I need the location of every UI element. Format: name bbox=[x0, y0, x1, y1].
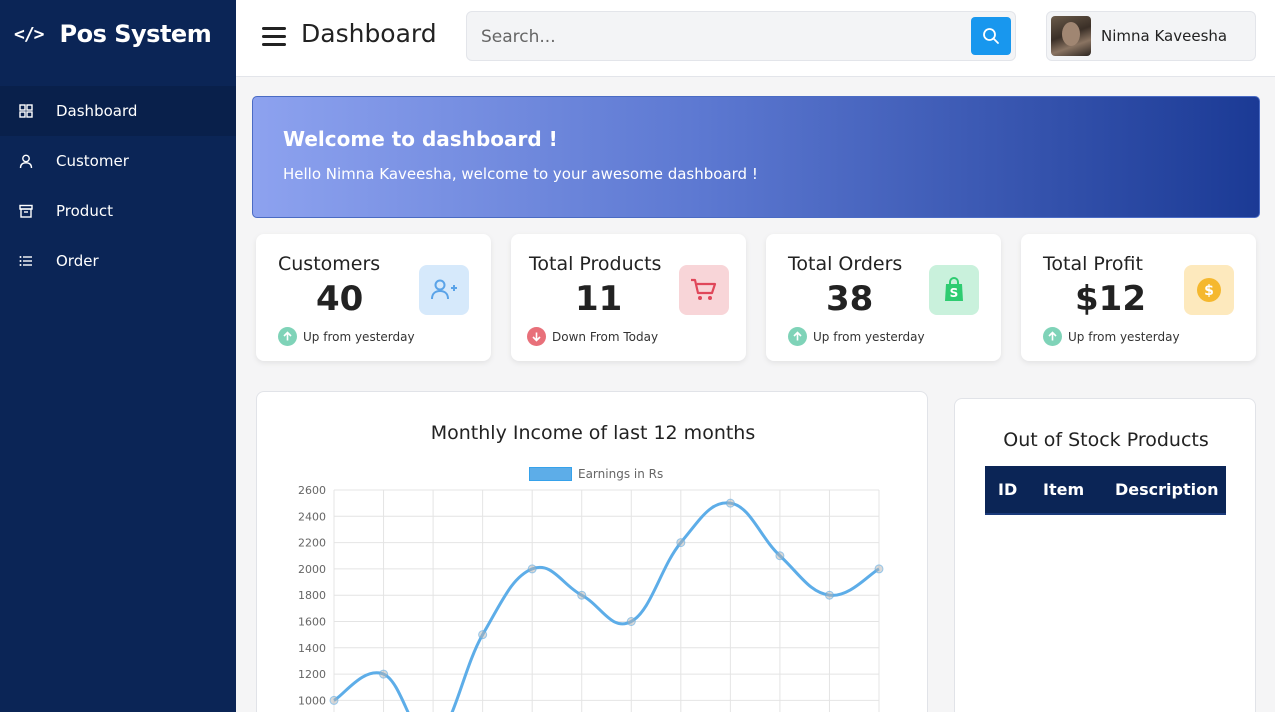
banner-subtitle: Hello Nimna Kaveesha, welcome to your aw… bbox=[283, 165, 758, 183]
search-input[interactable] bbox=[481, 24, 951, 50]
data-point[interactable] bbox=[329, 695, 339, 705]
list-icon bbox=[18, 253, 34, 269]
legend-swatch bbox=[529, 467, 572, 481]
stat-value: $12 bbox=[1075, 279, 1146, 319]
dollar-icon: $ bbox=[1184, 265, 1234, 315]
y-tick-label: 2200 bbox=[298, 537, 326, 550]
data-point[interactable] bbox=[676, 538, 686, 548]
column-header-item: Item bbox=[1043, 480, 1085, 499]
y-tick-label: 1600 bbox=[298, 616, 326, 629]
user-name: Nimna Kaveesha bbox=[1101, 27, 1228, 45]
stat-value: 38 bbox=[826, 279, 874, 319]
cart-icon bbox=[679, 265, 729, 315]
archive-icon bbox=[18, 203, 34, 219]
chart-title: Monthly Income of last 12 months bbox=[430, 422, 756, 444]
welcome-banner: Welcome to dashboard ! Hello Nimna Kavee… bbox=[252, 96, 1260, 218]
y-tick-label: 2000 bbox=[298, 563, 326, 576]
sidebar-item-customer[interactable]: Customer bbox=[0, 136, 236, 186]
menu-toggle-icon[interactable] bbox=[262, 27, 286, 47]
trend-text: Up from yesterday bbox=[1068, 329, 1180, 344]
svg-text:S: S bbox=[950, 286, 959, 300]
series-line bbox=[333, 501, 880, 712]
stat-trend: Up from yesterday bbox=[788, 327, 925, 346]
stat-title: Total Profit bbox=[1043, 253, 1143, 275]
page-title: Dashboard bbox=[301, 19, 437, 48]
code-icon: </> bbox=[14, 23, 44, 45]
stock-table-header: ID Item Description bbox=[985, 466, 1226, 515]
legend-label: Earnings in Rs bbox=[578, 467, 664, 481]
y-tick-label: 1400 bbox=[298, 642, 326, 655]
arrow-up-icon bbox=[1043, 327, 1062, 346]
y-tick-label: 1000 bbox=[298, 694, 326, 707]
sidebar-item-order[interactable]: Order bbox=[0, 236, 236, 286]
data-point[interactable] bbox=[527, 564, 537, 574]
income-chart-panel: Monthly Income of last 12 months Earning… bbox=[256, 391, 928, 712]
data-point[interactable] bbox=[725, 498, 735, 508]
stat-trend: Up from yesterday bbox=[1043, 327, 1180, 346]
shopping-bag-icon: S bbox=[929, 265, 979, 315]
trend-text: Up from yesterday bbox=[303, 329, 415, 344]
stat-card-customers: Customers 40 Up from yesterday bbox=[256, 234, 491, 361]
top-header: Dashboard Nimna Kaveesha bbox=[236, 0, 1275, 77]
y-tick-label: 1800 bbox=[298, 589, 326, 602]
user-profile[interactable]: Nimna Kaveesha bbox=[1046, 11, 1256, 61]
search-icon bbox=[983, 28, 999, 44]
trend-text: Down From Today bbox=[552, 329, 659, 344]
grid-icon bbox=[18, 103, 34, 119]
user-icon bbox=[18, 153, 34, 169]
banner-title: Welcome to dashboard ! bbox=[283, 127, 558, 151]
data-point[interactable] bbox=[478, 630, 488, 640]
sidebar: </> Pos System Dashboard Customer Produc… bbox=[0, 0, 236, 712]
line-chart: 2600 2400 2200 2000 1800 1600 1400 1200 1000 bbox=[298, 484, 884, 712]
stat-title: Total Products bbox=[529, 253, 662, 275]
brand[interactable]: </> Pos System bbox=[14, 20, 212, 48]
y-tick-label: 2400 bbox=[298, 510, 326, 523]
stat-card-profit: Total Profit $12 $ Up from yesterday bbox=[1021, 234, 1256, 361]
stat-value: 11 bbox=[575, 279, 623, 319]
sidebar-item-label: Order bbox=[56, 252, 99, 270]
data-point[interactable] bbox=[775, 551, 785, 561]
user-plus-icon bbox=[419, 265, 469, 315]
stock-title: Out of Stock Products bbox=[1003, 429, 1209, 451]
sidebar-item-label: Dashboard bbox=[56, 102, 138, 120]
svg-text:$: $ bbox=[1204, 283, 1214, 299]
sidebar-nav: Dashboard Customer Product Order bbox=[0, 86, 236, 286]
arrow-up-icon bbox=[278, 327, 297, 346]
stat-title: Total Orders bbox=[788, 253, 903, 275]
sidebar-item-dashboard[interactable]: Dashboard bbox=[0, 86, 236, 136]
data-point[interactable] bbox=[824, 590, 834, 600]
sidebar-item-product[interactable]: Product bbox=[0, 186, 236, 236]
stat-title: Customers bbox=[278, 253, 381, 275]
sidebar-item-label: Customer bbox=[56, 152, 129, 170]
y-tick-label: 2600 bbox=[298, 484, 326, 497]
out-of-stock-panel: Out of Stock Products ID Item Descriptio… bbox=[954, 398, 1256, 712]
y-tick-label: 1200 bbox=[298, 668, 326, 681]
sidebar-item-label: Product bbox=[56, 202, 113, 220]
stat-card-orders: Total Orders 38 S Up from yesterday bbox=[766, 234, 1001, 361]
data-point[interactable] bbox=[577, 590, 587, 600]
stat-trend: Up from yesterday bbox=[278, 327, 415, 346]
stat-card-products: Total Products 11 Down From Today bbox=[511, 234, 746, 361]
column-header-description: Description bbox=[1115, 480, 1219, 499]
trend-text: Up from yesterday bbox=[813, 329, 925, 344]
data-point[interactable] bbox=[626, 617, 636, 626]
brand-title: Pos System bbox=[59, 20, 212, 48]
stat-value: 40 bbox=[316, 279, 364, 319]
chart-legend[interactable]: Earnings in Rs bbox=[529, 467, 663, 481]
column-header-id: ID bbox=[998, 480, 1018, 499]
search-button[interactable] bbox=[971, 17, 1011, 55]
arrow-up-icon bbox=[788, 327, 807, 346]
avatar bbox=[1051, 16, 1091, 56]
stat-trend: Down From Today bbox=[527, 327, 658, 346]
search-bar bbox=[466, 11, 1016, 61]
data-point[interactable] bbox=[874, 564, 884, 574]
data-point[interactable] bbox=[379, 669, 389, 679]
arrow-down-icon bbox=[527, 327, 546, 346]
